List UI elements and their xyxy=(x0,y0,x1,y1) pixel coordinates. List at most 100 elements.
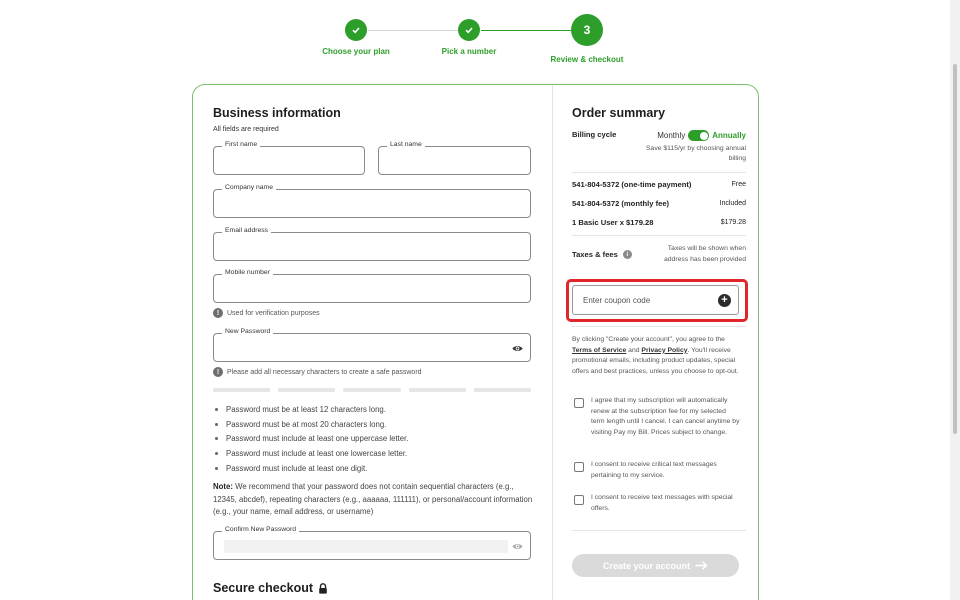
info-icon: ! xyxy=(213,367,223,377)
company-name-field[interactable]: Company name xyxy=(213,184,531,218)
secure-checkout-heading: Secure checkout xyxy=(213,581,328,595)
password-note: Note: We recommend that your password do… xyxy=(213,481,538,519)
new-password-field[interactable]: New Password xyxy=(213,328,531,362)
section-title: Business information xyxy=(213,106,341,120)
divider xyxy=(572,530,746,531)
line-item-value: Free xyxy=(731,181,746,188)
strength-segment xyxy=(278,388,336,392)
info-icon[interactable]: i xyxy=(622,250,632,259)
check-icon xyxy=(458,19,480,41)
taxes-text: Taxes will be shown when address has bee… xyxy=(664,245,746,263)
order-summary-panel: Order summary Billing cycle Monthly Annu… xyxy=(552,85,758,600)
first-name-field[interactable]: First name xyxy=(213,141,365,175)
privacy-policy-link[interactable]: Privacy Policy xyxy=(641,347,687,354)
check-icon xyxy=(345,19,367,41)
disabled-input-fill xyxy=(224,540,508,553)
lock-icon xyxy=(319,582,327,594)
billing-cycle-toggle-group: Monthly Annually xyxy=(657,130,746,141)
confirm-password-field[interactable]: Confirm New Password xyxy=(213,526,531,560)
hint-text: Please add all necessary characters to c… xyxy=(227,368,422,376)
coupon-code-input[interactable]: Enter coupon code + xyxy=(572,285,739,315)
divider xyxy=(572,326,746,327)
line-item-name: 541-804-5372 (monthly fee) xyxy=(572,199,670,208)
checkout-stepper: Choose your plan Pick a number 3 Review … xyxy=(0,0,950,80)
step-pick-number[interactable]: Pick a number xyxy=(409,0,529,56)
order-line-item: 541-804-5372 (monthly fee) Included xyxy=(572,199,746,208)
annual-savings-text: Save $115/yr by choosing annual billing xyxy=(646,145,747,162)
auto-renew-consent[interactable]: I agree that my subscription will automa… xyxy=(574,396,741,438)
password-strength-meter xyxy=(213,388,532,392)
password-hint: ! Please add all necessary characters to… xyxy=(213,367,422,377)
coupon-placeholder: Enter coupon code xyxy=(583,296,651,305)
field-label: New Password xyxy=(222,328,274,335)
checkbox-label: I consent to receive text messages with … xyxy=(591,494,733,512)
mobile-number-field[interactable]: Mobile number xyxy=(213,269,531,303)
checkbox[interactable] xyxy=(574,398,584,408)
divider xyxy=(572,172,746,173)
billing-cycle-label: Billing cycle xyxy=(572,130,617,139)
show-password-eye-icon[interactable] xyxy=(512,541,523,552)
billing-toggle-switch[interactable] xyxy=(688,130,710,141)
line-item-name: 1 Basic User x $179.28 xyxy=(572,218,654,227)
step-label: Choose your plan xyxy=(322,47,390,56)
list-item: Password must include at least one upper… xyxy=(215,431,408,446)
checkbox[interactable] xyxy=(574,462,584,472)
list-item: Password must include at least one digit… xyxy=(215,461,408,476)
hint-text: Used for verification purposes xyxy=(227,309,320,317)
line-item-value: $179.28 xyxy=(720,219,746,226)
list-item: Password must be at most 20 characters l… xyxy=(215,417,408,432)
arrow-right-icon xyxy=(695,561,708,570)
field-label: Confirm New Password xyxy=(222,526,300,533)
terms-of-service-link[interactable]: Terms of Service xyxy=(572,347,626,354)
taxes-row: Taxes & fees i Taxes will be shown when … xyxy=(572,244,746,265)
note-label: Note: xyxy=(213,482,233,491)
section-title: Secure checkout xyxy=(213,581,314,595)
strength-segment xyxy=(213,388,271,392)
field-label: Email address xyxy=(222,227,272,234)
add-coupon-plus-icon[interactable]: + xyxy=(718,294,731,307)
step-choose-plan[interactable]: Choose your plan xyxy=(296,0,416,56)
field-label: Last name xyxy=(387,141,425,148)
step-label: Review & checkout xyxy=(550,55,624,64)
critical-sms-consent[interactable]: I consent to receive critical text messa… xyxy=(574,460,741,481)
divider xyxy=(572,235,746,236)
field-label: Company name xyxy=(222,184,276,191)
annually-option[interactable]: Annually xyxy=(712,131,746,140)
order-line-item: 1 Basic User x $179.28 $179.28 xyxy=(572,218,746,227)
business-information-panel: Business information All fields are requ… xyxy=(193,85,552,600)
page-scrollbar[interactable] xyxy=(950,0,960,600)
strength-segment xyxy=(473,388,532,392)
password-rules-list: Password must be at least 12 characters … xyxy=(215,402,408,475)
create-account-button[interactable]: Create your account xyxy=(572,554,739,577)
list-item: Password must be at least 12 characters … xyxy=(215,402,408,417)
info-icon: ! xyxy=(213,308,223,318)
checkbox-label: I consent to receive critical text messa… xyxy=(591,461,717,479)
monthly-option[interactable]: Monthly xyxy=(657,131,685,140)
line-item-name: 541-804-5372 (one-time payment) xyxy=(572,180,692,189)
field-label: First name xyxy=(222,141,261,148)
checkbox[interactable] xyxy=(574,495,584,505)
scrollbar-thumb[interactable] xyxy=(953,64,957,434)
required-note: All fields are required xyxy=(213,126,279,133)
last-name-field[interactable]: Last name xyxy=(378,141,531,175)
button-label: Create your account xyxy=(602,560,691,571)
step-review-checkout: 3 Review & checkout xyxy=(527,0,647,64)
offers-sms-consent[interactable]: I consent to receive text messages with … xyxy=(574,493,741,514)
mobile-hint: ! Used for verification purposes xyxy=(213,308,320,318)
checkout-card: Business information All fields are requ… xyxy=(192,84,759,600)
step-label: Pick a number xyxy=(441,47,497,56)
legal-text: and xyxy=(626,346,642,354)
step-number: 3 xyxy=(571,14,603,46)
legal-text: By clicking "Create your account", you a… xyxy=(572,336,725,343)
note-text: We recommend that your password does not… xyxy=(213,482,533,516)
strength-segment xyxy=(408,388,466,392)
line-item-value: Included xyxy=(719,200,746,207)
field-label: Mobile number xyxy=(222,269,273,276)
email-field[interactable]: Email address xyxy=(213,227,531,261)
order-line-item: 541-804-5372 (one-time payment) Free xyxy=(572,180,746,189)
strength-segment xyxy=(343,388,401,392)
section-title: Order summary xyxy=(572,106,666,120)
taxes-label: Taxes & fees xyxy=(572,250,618,259)
show-password-eye-icon[interactable] xyxy=(512,343,523,354)
billing-cycle-row: Billing cycle xyxy=(572,130,616,139)
